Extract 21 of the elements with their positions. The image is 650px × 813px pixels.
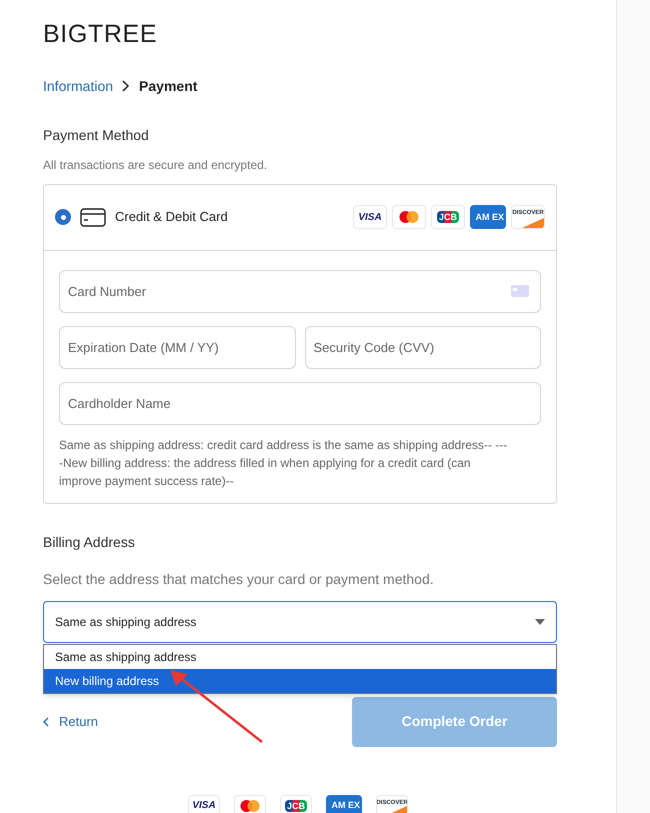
section-title: Billing Address (43, 532, 135, 552)
return-link[interactable]: Return (43, 712, 98, 732)
payment-option-label[interactable]: Credit & Debit Card (115, 207, 228, 227)
dropdown-option[interactable]: New billing address (44, 668, 556, 692)
text-field[interactable]: Security Code (CVV) (304, 326, 541, 368)
billing-note: Same as shipping address: credit card address is the same as shipping address-- ----New billing address: the address filled in when applying for a credit card (can improve payment success rate)-- (59, 436, 508, 490)
breadcrumb-link[interactable]: Payment (139, 76, 198, 96)
section-subtitle: Select the address that matches your card or payment method. (43, 570, 434, 589)
card-number-field[interactable]: Card Number (59, 270, 541, 312)
dropdown-option[interactable]: Same as shipping address (44, 644, 556, 668)
amex-logo: AM EX (470, 205, 506, 229)
cardholder-name-field[interactable]: Cardholder Name (59, 382, 541, 424)
visa-logo: VISA (353, 205, 387, 229)
store-logo: BIGTREE (43, 19, 158, 50)
breadcrumb-link[interactable]: Information (43, 76, 114, 96)
section-subtitle: All transactions are secure and encrypted. (43, 156, 268, 174)
text-field[interactable]: Expiration Date (MM / YY) (59, 326, 296, 368)
billing-select[interactable]: Same as shipping address (43, 600, 557, 642)
amex-logo: AM EX (326, 794, 362, 813)
visa-logo: VISA (188, 794, 220, 813)
section-title: Payment Method (43, 126, 149, 145)
